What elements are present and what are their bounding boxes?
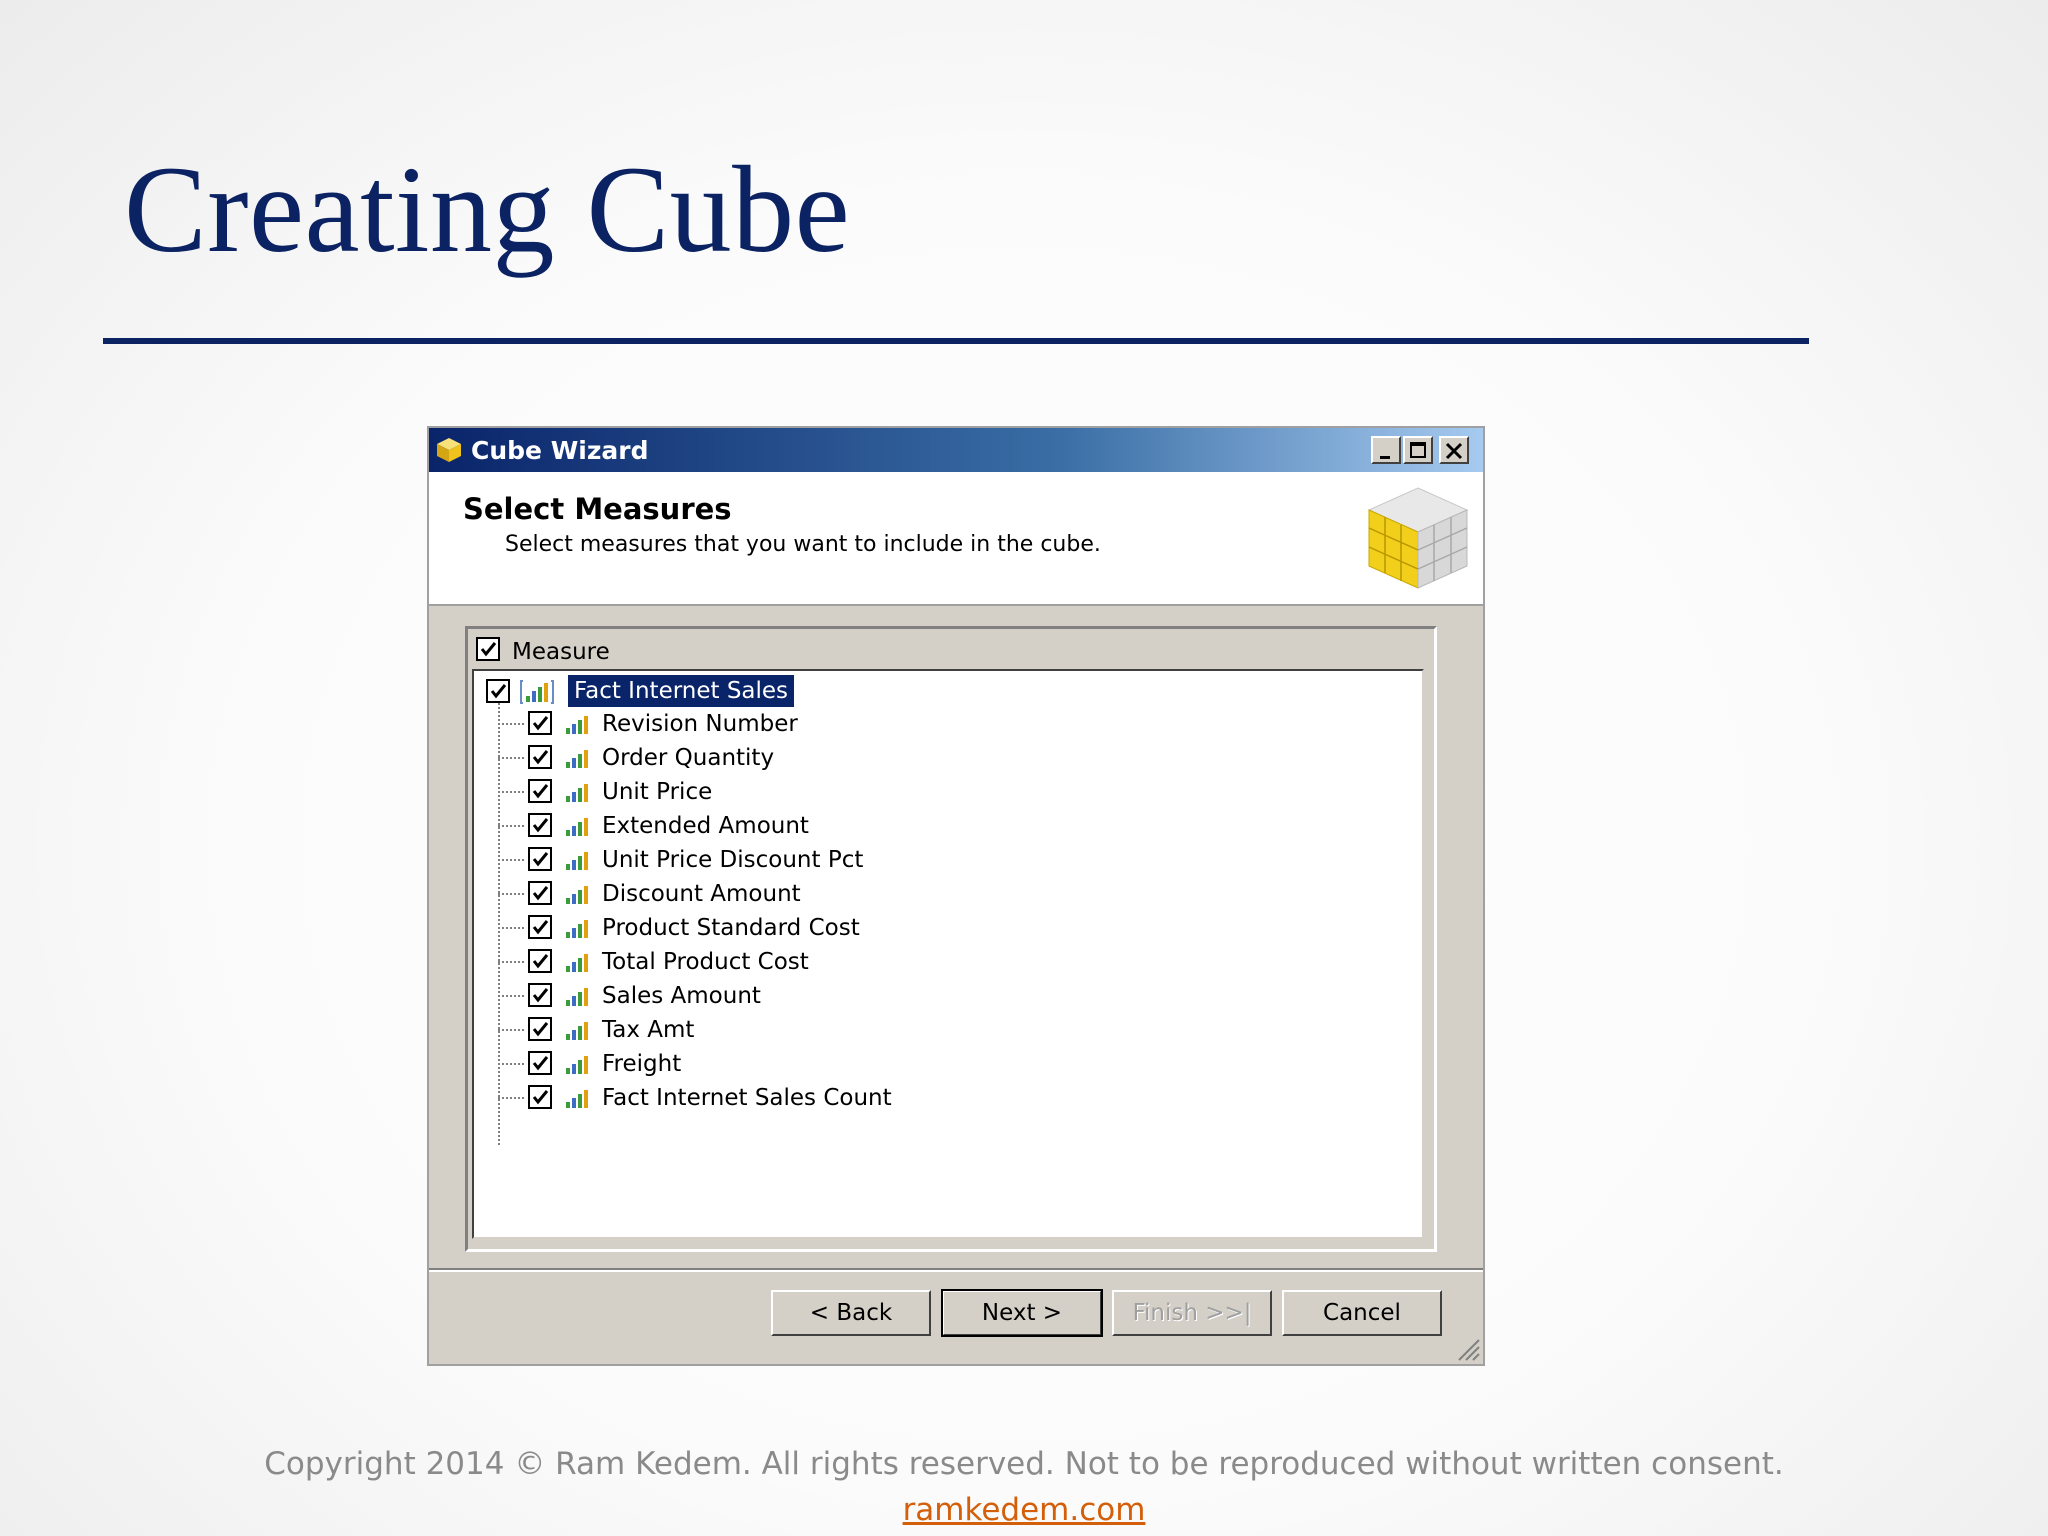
measure-checkbox[interactable]: [528, 949, 552, 973]
checkmark-icon: [532, 750, 549, 765]
measure-checkbox[interactable]: [528, 915, 552, 939]
maximize-button[interactable]: [1403, 436, 1433, 464]
checkmark-icon: [532, 1056, 549, 1071]
measure-checkbox[interactable]: [528, 779, 552, 803]
next-button[interactable]: Next >: [941, 1289, 1103, 1337]
cube-graphic-icon: [1367, 487, 1469, 589]
measure-label: Fact Internet Sales Count: [602, 1085, 892, 1111]
measure-checkbox[interactable]: [528, 881, 552, 905]
measure-label: Discount Amount: [602, 881, 801, 907]
measure-header-label: Measure: [512, 639, 610, 665]
checkmark-icon: [532, 1090, 549, 1105]
measure-icon: [566, 920, 588, 938]
measure-label: Freight: [602, 1051, 682, 1077]
root-label: Fact Internet Sales: [568, 675, 795, 707]
measure-icon: [566, 716, 588, 734]
footer-divider: [429, 1268, 1483, 1272]
measure-label: Tax Amt: [602, 1017, 695, 1043]
measure-label: Revision Number: [602, 711, 798, 737]
measure-label: Product Standard Cost: [602, 915, 860, 941]
measure-icon: [566, 1056, 588, 1074]
minimize-icon: [1380, 456, 1390, 459]
wizard-step-title: Select Measures: [463, 492, 732, 526]
measure-list-panel: Measure Fact Internet Sales Revision Num…: [465, 626, 1437, 1252]
checkmark-icon: [532, 886, 549, 901]
checkmark-icon: [532, 954, 549, 969]
measure-checkbox[interactable]: [528, 983, 552, 1007]
website-link[interactable]: ramkedem.com: [0, 1492, 2048, 1528]
measure-label: Sales Amount: [602, 983, 761, 1009]
measure-label: Order Quantity: [602, 745, 775, 771]
checkmark-icon: [532, 988, 549, 1003]
cancel-button[interactable]: Cancel: [1282, 1290, 1442, 1336]
back-button[interactable]: < Back: [771, 1290, 931, 1336]
measure-checkbox[interactable]: [528, 711, 552, 735]
resize-grip-icon[interactable]: [1453, 1334, 1481, 1362]
measure-checkbox[interactable]: [528, 813, 552, 837]
measure-icon: [566, 818, 588, 836]
maximize-icon: [1410, 442, 1426, 458]
measure-checkbox[interactable]: [528, 847, 552, 871]
close-icon: [1445, 442, 1463, 460]
tree-connector: [498, 703, 530, 1145]
root-checkbox[interactable]: [486, 679, 510, 703]
minimize-button[interactable]: [1371, 436, 1401, 464]
measure-checkbox[interactable]: [528, 745, 552, 769]
close-button[interactable]: [1439, 436, 1469, 464]
measures-tree[interactable]: Fact Internet Sales Revision Number Orde…: [472, 669, 1424, 1239]
measure-icon: [566, 784, 588, 802]
checkmark-icon: [490, 684, 507, 699]
dialog-title: Cube Wizard: [471, 436, 649, 465]
wizard-step-subtitle: Select measures that you want to include…: [505, 532, 1101, 557]
finish-button[interactable]: Finish >>|: [1112, 1290, 1272, 1336]
measure-label: Total Product Cost: [602, 949, 809, 975]
dialog-titlebar[interactable]: Cube Wizard: [429, 428, 1483, 472]
copyright-notice: Copyright 2014 © Ram Kedem. All rights r…: [264, 1446, 1784, 1482]
measure-icon: [566, 954, 588, 972]
measure-icon: [566, 886, 588, 904]
measure-checkbox[interactable]: [528, 1017, 552, 1041]
measure-label: Extended Amount: [602, 813, 809, 839]
checkmark-icon: [532, 1022, 549, 1037]
cube-wizard-dialog: Cube Wizard Select Measures Select measu…: [427, 426, 1485, 1366]
checkmark-icon: [532, 784, 549, 799]
measure-icon: [566, 750, 588, 768]
measure-checkbox[interactable]: [528, 1051, 552, 1075]
measure-icon: [566, 988, 588, 1006]
select-all-checkbox[interactable]: [476, 637, 500, 661]
wizard-header: Select Measures Select measures that you…: [429, 472, 1483, 606]
measure-group-icon: [520, 680, 554, 704]
measure-label: Unit Price Discount Pct: [602, 847, 864, 873]
checkmark-icon: [532, 852, 549, 867]
measure-icon: [566, 1090, 588, 1108]
measure-column-header: Measure: [472, 633, 1430, 665]
title-divider: [103, 338, 1809, 344]
checkmark-icon: [532, 818, 549, 833]
checkmark-icon: [480, 642, 497, 657]
measure-checkbox[interactable]: [528, 1085, 552, 1109]
checkmark-icon: [532, 920, 549, 935]
measure-icon: [566, 1022, 588, 1040]
measure-label: Unit Price: [602, 779, 713, 805]
slide-title: Creating Cube: [124, 141, 851, 278]
checkmark-icon: [532, 716, 549, 731]
cube-app-icon: [437, 438, 461, 462]
measure-icon: [566, 852, 588, 870]
